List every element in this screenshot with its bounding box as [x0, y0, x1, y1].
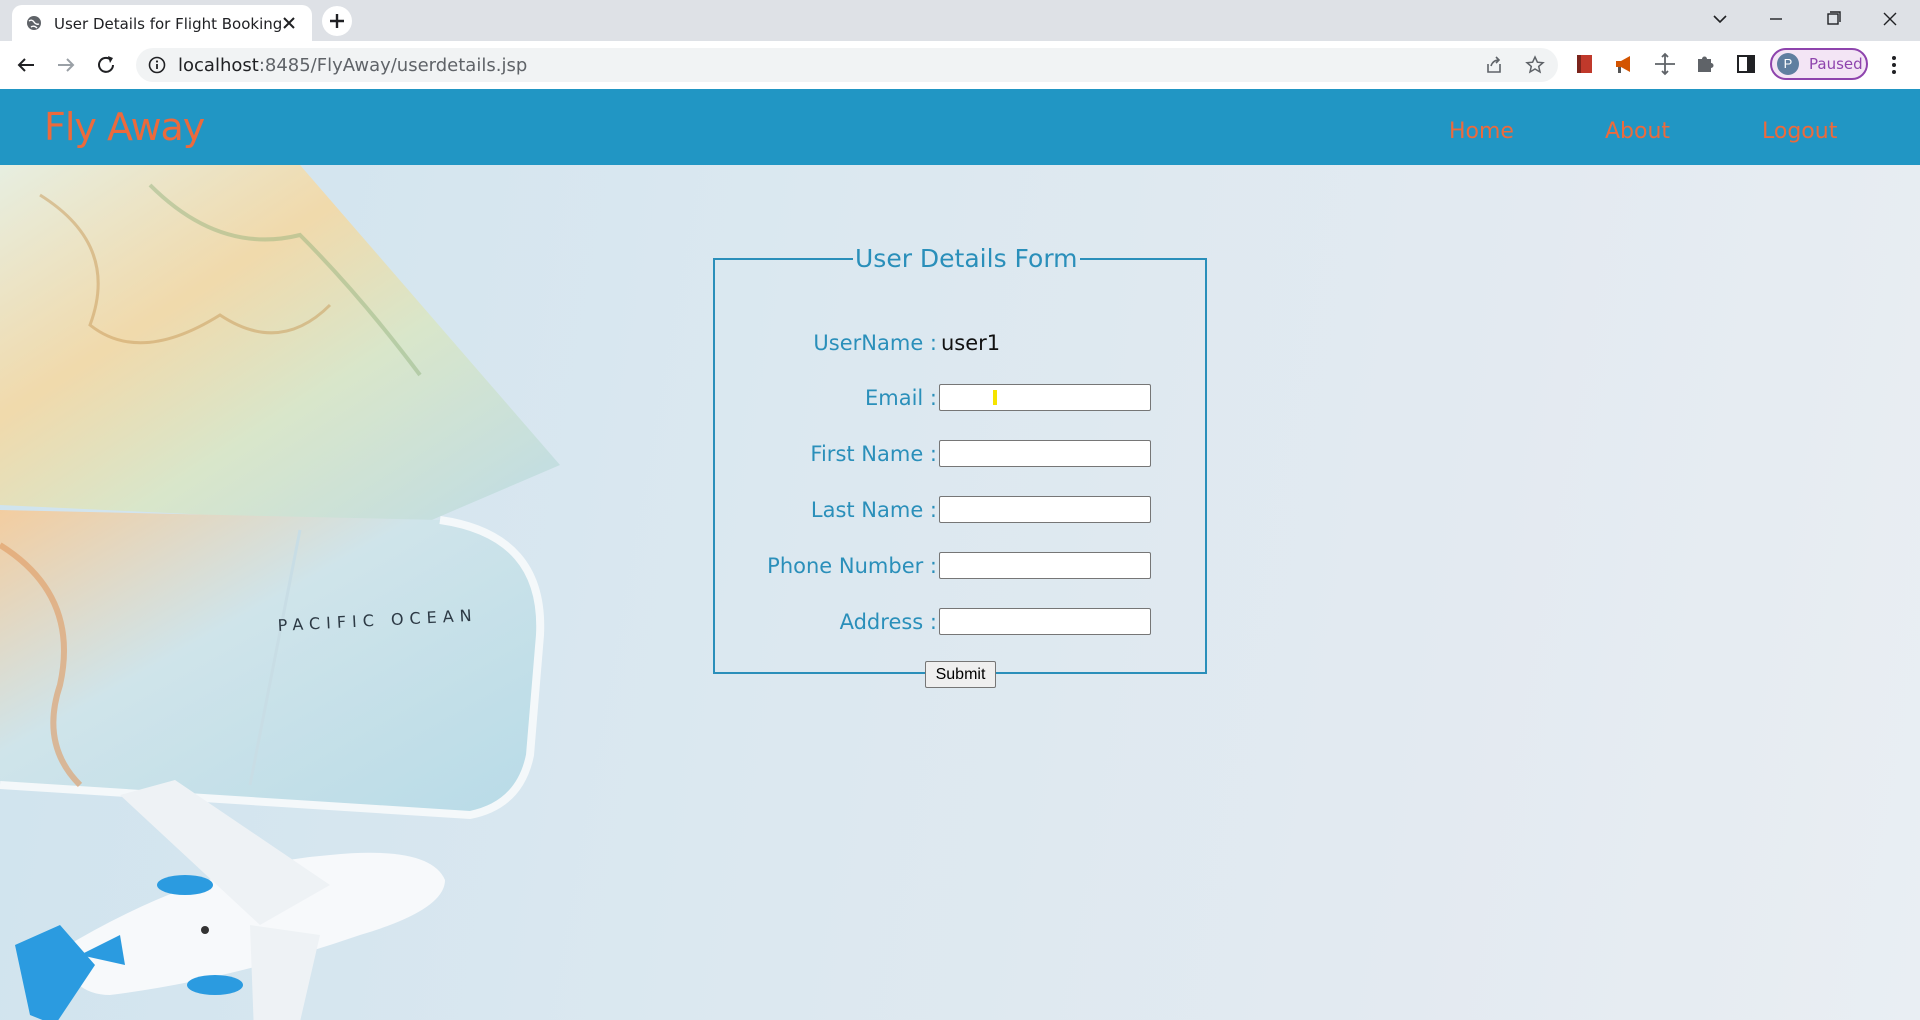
airplane-toy	[15, 780, 445, 1020]
restore-icon[interactable]	[1803, 0, 1863, 41]
last-name-row: Last Name :	[715, 496, 1205, 526]
new-tab-plus-icon[interactable]	[320, 6, 354, 36]
more-menu-icon[interactable]	[1882, 53, 1906, 77]
share-icon[interactable]	[1484, 55, 1504, 75]
url-host: localhost	[178, 55, 259, 76]
site-navbar: Fly Away Home About Logout	[0, 89, 1920, 165]
phone-label: Phone Number :	[767, 554, 937, 578]
side-panel-icon[interactable]	[1733, 51, 1759, 77]
avatar: P	[1777, 53, 1799, 75]
extensions-puzzle-icon[interactable]	[1692, 51, 1718, 77]
site-info-icon[interactable]	[148, 56, 166, 74]
tab-title: User Details for Flight Booking	[54, 15, 283, 33]
phone-row: Phone Number :	[715, 552, 1205, 582]
close-icon[interactable]	[280, 14, 298, 32]
globe-icon	[27, 16, 41, 30]
forward-arrow-icon[interactable]	[52, 51, 80, 79]
nav-about-link[interactable]: About	[1605, 119, 1670, 144]
url-path: :8485/FlyAway/userdetails.jsp	[258, 55, 528, 76]
bookmark-star-icon[interactable]	[1525, 55, 1545, 75]
tab-search-chevron-icon[interactable]	[1690, 0, 1750, 41]
address-bar[interactable]: localhost:8485/FlyAway/userdetails.jsp	[136, 48, 1558, 82]
profile-status: Paused	[1809, 55, 1863, 73]
username-label: UserName :	[813, 331, 937, 355]
nav-logout-link[interactable]: Logout	[1762, 119, 1837, 144]
form-legend: User Details Form	[855, 244, 1078, 273]
nav-home-link[interactable]: Home	[1449, 119, 1514, 144]
page-viewport: PACIFIC OCEAN Fly Away Home About Logout…	[0, 89, 1920, 1020]
address-row: Address :	[715, 608, 1205, 638]
profile-button[interactable]: P Paused	[1770, 48, 1868, 80]
email-label: Email :	[864, 386, 937, 410]
username-row: UserName : user1	[715, 329, 1205, 359]
extension-book-icon[interactable]	[1572, 51, 1598, 77]
first-name-row: First Name :	[715, 440, 1205, 470]
address-field[interactable]	[939, 608, 1151, 635]
text-cursor-marker	[993, 390, 997, 405]
email-row: Email :	[715, 384, 1205, 414]
username-value: user1	[941, 331, 1001, 355]
extension-move-icon[interactable]	[1652, 51, 1678, 77]
background-map-airplane-image: PACIFIC OCEAN	[0, 165, 560, 1020]
first-name-field[interactable]	[939, 440, 1151, 467]
phone-field[interactable]	[939, 552, 1151, 579]
last-name-label: Last Name :	[810, 498, 937, 522]
address-label: Address :	[839, 610, 937, 634]
extension-megaphone-icon[interactable]	[1612, 51, 1638, 77]
last-name-field[interactable]	[939, 496, 1151, 523]
browser-tabstrip: User Details for Flight Booking	[0, 0, 1920, 41]
back-arrow-icon[interactable]	[12, 51, 40, 79]
browser-tab-active[interactable]: User Details for Flight Booking	[12, 5, 312, 41]
submit-button[interactable]: Submit	[925, 661, 996, 688]
browser-toolbar: localhost:8485/FlyAway/userdetails.jsp P…	[0, 41, 1920, 90]
url-text: localhost:8485/FlyAway/userdetails.jsp	[178, 55, 527, 76]
window-close-icon[interactable]	[1860, 0, 1920, 41]
email-field[interactable]	[939, 384, 1151, 411]
minimize-icon[interactable]	[1746, 0, 1806, 41]
site-logo[interactable]: Fly Away	[44, 105, 205, 149]
user-details-form: User Details Form UserName : user1 Email…	[713, 244, 1207, 688]
reload-icon[interactable]	[92, 51, 120, 79]
first-name-label: First Name :	[810, 442, 937, 466]
